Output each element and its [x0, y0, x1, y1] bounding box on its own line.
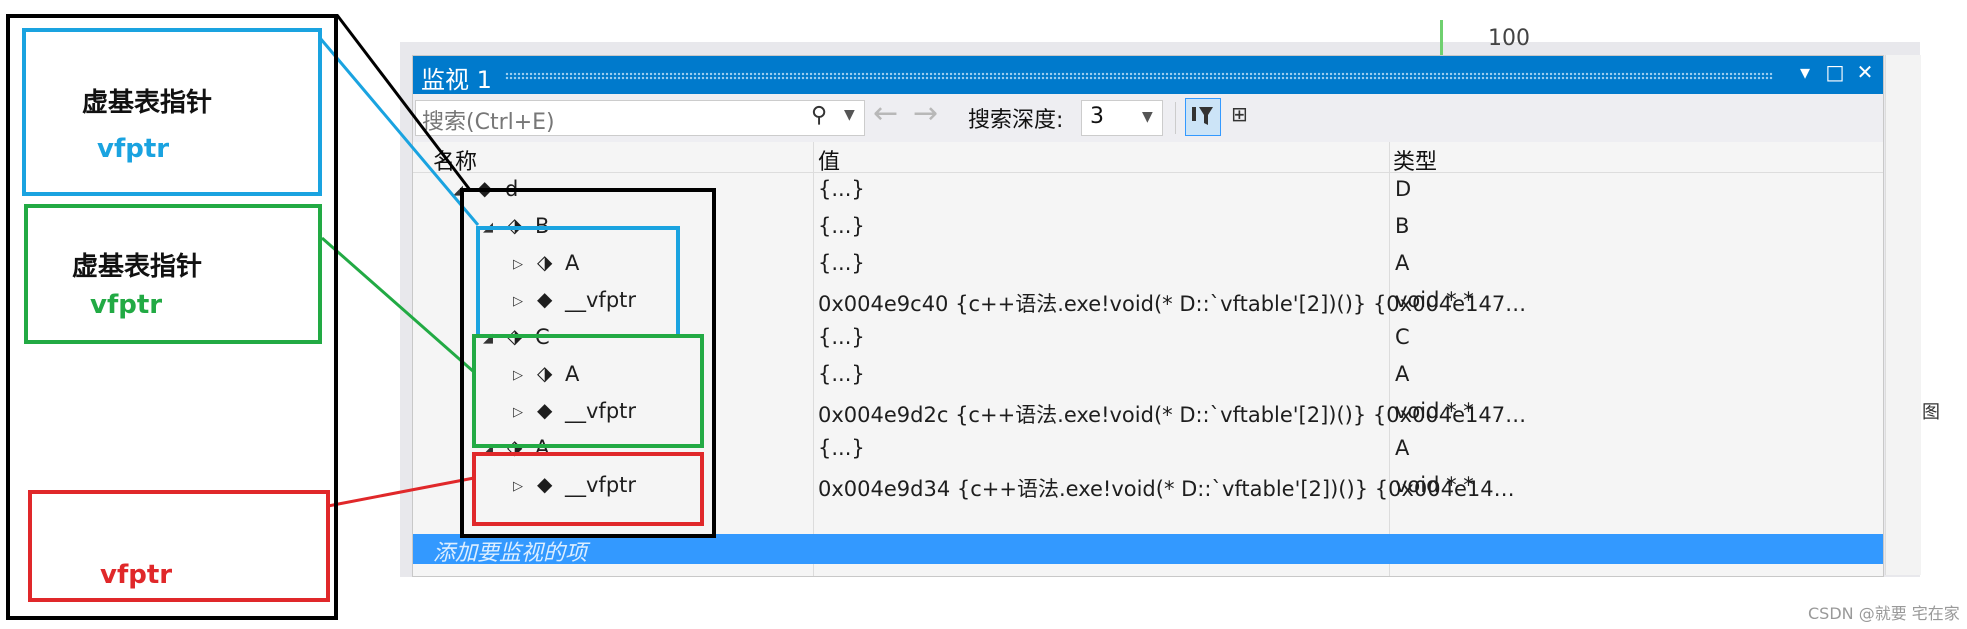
green-connector	[321, 236, 475, 374]
black-connector	[335, 14, 472, 191]
green-annotation-title: 虚基表指针	[72, 252, 203, 282]
red-annotation-box	[28, 490, 330, 602]
watermark: CSDN @就要 宅在家	[1808, 604, 1960, 623]
red-connector	[327, 476, 475, 508]
blue-annotation-label: vfptr	[97, 134, 170, 164]
blue-highlight-box	[476, 226, 680, 338]
blue-connector	[318, 37, 480, 226]
red-annotation-label: vfptr	[100, 560, 173, 590]
blue-annotation-title: 虚基表指针	[82, 88, 213, 118]
red-highlight-box	[472, 452, 704, 526]
green-annotation-label: vfptr	[90, 290, 163, 320]
green-highlight-box	[472, 334, 704, 448]
